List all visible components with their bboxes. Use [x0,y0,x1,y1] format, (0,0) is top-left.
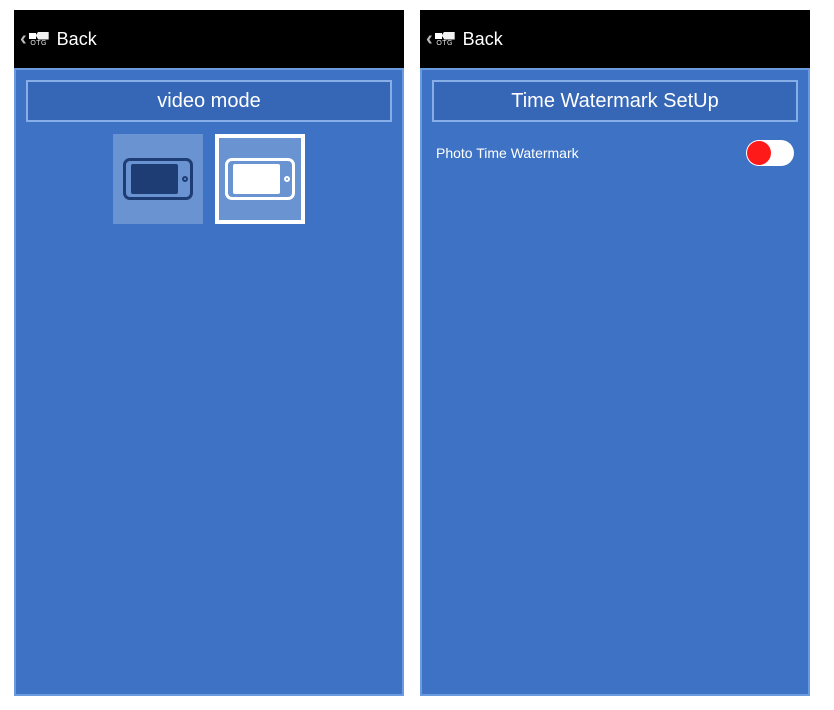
otg-label: OTG [436,40,453,47]
dual-screen-container: ‹ OTG Back video mode [0,0,834,710]
topbar: ‹ OTG Back [420,10,810,68]
screen-time-watermark: ‹ OTG Back Time Watermark SetUp Photo Ti… [420,10,810,696]
title-bar: Time Watermark SetUp [432,80,798,122]
back-chevron-icon[interactable]: ‹ [20,28,27,51]
toggle-knob-icon [747,141,771,165]
device-landscape-dark-icon [123,158,193,200]
video-mode-option-dark[interactable] [113,134,203,224]
title-text: Time Watermark SetUp [511,90,718,113]
video-mode-options [26,134,392,224]
otg-icon: OTG [29,32,49,47]
otg-icon: OTG [435,32,455,47]
screen-video-mode: ‹ OTG Back video mode [14,10,404,696]
setting-row-photo-time-watermark: Photo Time Watermark [432,134,798,172]
setting-label: Photo Time Watermark [436,145,579,161]
video-mode-option-light[interactable] [215,134,305,224]
back-chevron-icon[interactable]: ‹ [426,28,433,51]
photo-time-watermark-toggle[interactable] [746,140,794,166]
topbar: ‹ OTG Back [14,10,404,68]
title-bar: video mode [26,80,392,122]
otg-label: OTG [30,40,47,47]
title-text: video mode [157,90,260,113]
back-button[interactable]: Back [57,29,97,50]
device-landscape-light-icon [225,158,295,200]
content-panel: video mode [14,68,404,696]
back-button[interactable]: Back [463,29,503,50]
content-panel: Time Watermark SetUp Photo Time Watermar… [420,68,810,696]
